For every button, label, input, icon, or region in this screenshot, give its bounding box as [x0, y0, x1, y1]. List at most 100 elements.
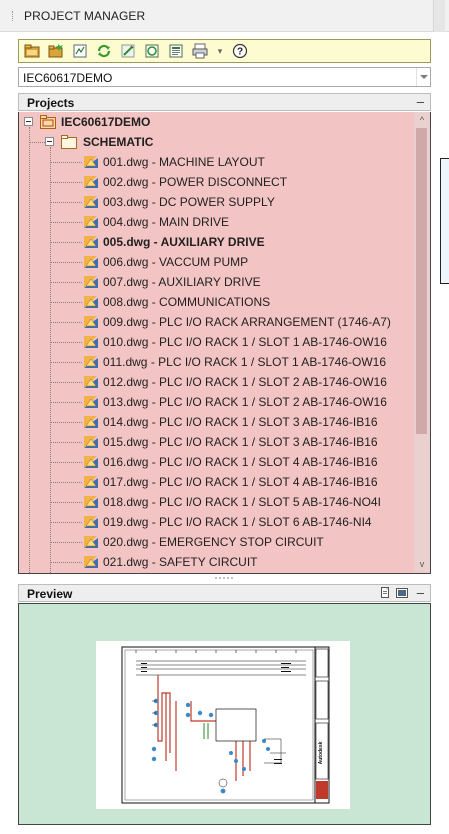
splitter-grip[interactable] — [214, 576, 234, 580]
drawing-item-label: 018.dwg - PLC I/O RACK 1 / SLOT 5 AB-174… — [103, 495, 381, 509]
drawing-item[interactable]: 002.dwg - POWER DISCONNECT — [19, 172, 414, 192]
drawing-item[interactable]: 017.dwg - PLC I/O RACK 1 / SLOT 4 AB-174… — [19, 472, 414, 492]
dwg-file-icon — [83, 175, 99, 189]
drawing-item[interactable]: 008.dwg - COMMUNICATIONS — [19, 292, 414, 312]
dwg-file-icon — [83, 475, 99, 489]
drawing-item-label: 006.dwg - VACCUM PUMP — [103, 255, 249, 269]
drawing-item-label: 017.dwg - PLC I/O RACK 1 / SLOT 4 AB-174… — [103, 475, 378, 489]
drawing-item[interactable]: 003.dwg - DC POWER SUPPLY — [19, 192, 414, 212]
drawing-item-label: 011.dwg - PLC I/O RACK 1 / SLOT 1 AB-174… — [103, 355, 387, 369]
dwg-file-icon — [83, 515, 99, 529]
drawing-item-label: 019.dwg - PLC I/O RACK 1 / SLOT 6 AB-174… — [103, 515, 372, 529]
thumbnail-view-icon[interactable] — [396, 587, 408, 599]
drawing-item[interactable]: 014.dwg - PLC I/O RACK 1 / SLOT 3 AB-174… — [19, 412, 414, 432]
scroll-up-icon[interactable]: ^ — [417, 115, 427, 125]
drawing-preview-thumbnail: Autodesk — [96, 641, 350, 809]
drawing-item[interactable]: 007.dwg - AUXILIARY DRIVE — [19, 272, 414, 292]
project-node[interactable]: IEC60617DEMO — [19, 112, 414, 132]
dwg-file-icon — [83, 255, 99, 269]
plot-publish-icon[interactable] — [191, 42, 209, 60]
drawing-item[interactable]: 018.dwg - PLC I/O RACK 1 / SLOT 5 AB-174… — [19, 492, 414, 512]
dwg-file-icon — [83, 315, 99, 329]
palette-title-bar[interactable]: PROJECT MANAGER — [0, 0, 449, 32]
drawing-item-label: 016.dwg - PLC I/O RACK 1 / SLOT 4 AB-174… — [103, 455, 378, 469]
drawing-item-label: 002.dwg - POWER DISCONNECT — [103, 175, 288, 189]
project-manager-palette: PROJECT MANAGER ▾ ? IEC60617DEMO Project… — [0, 0, 449, 834]
drawing-item[interactable]: 001.dwg - MACHINE LAYOUT — [19, 152, 414, 172]
drawing-item[interactable]: 020.dwg - EMERGENCY STOP CIRCUIT — [19, 532, 414, 552]
svg-text:?: ? — [237, 47, 243, 58]
project-toolbar: ▾ ? — [18, 39, 431, 63]
new-drawing-icon[interactable] — [71, 42, 89, 60]
project-select[interactable]: IEC60617DEMO — [18, 67, 431, 87]
folder-node-label: SCHEMATIC — [83, 135, 154, 149]
drawing-item[interactable]: 021.dwg - SAFETY CIRCUIT — [19, 552, 414, 572]
drawing-item[interactable]: 005.dwg - AUXILIARY DRIVE — [19, 232, 414, 252]
folder-node-schematic[interactable]: SCHEMATIC — [19, 132, 414, 152]
drawing-item-label: 020.dwg - EMERGENCY STOP CIRCUIT — [103, 535, 324, 549]
drawing-item-label: 005.dwg - AUXILIARY DRIVE — [103, 235, 265, 249]
drawing-item-label: 004.dwg - MAIN DRIVE — [103, 215, 230, 229]
drawing-item[interactable]: 013.dwg - PLC I/O RACK 1 / SLOT 2 AB-174… — [19, 392, 414, 412]
dwg-file-icon — [83, 495, 99, 509]
page-preview-icon[interactable] — [380, 587, 392, 599]
drawing-item-label: 014.dwg - PLC I/O RACK 1 / SLOT 3 AB-174… — [103, 415, 378, 429]
dwg-file-icon — [83, 155, 99, 169]
open-project-icon[interactable] — [23, 42, 41, 60]
dwg-file-icon — [83, 215, 99, 229]
drawing-item-label: 009.dwg - PLC I/O RACK ARRANGEMENT (1746… — [103, 315, 391, 329]
scroll-down-icon[interactable]: v — [417, 559, 427, 569]
drawing-item-label: 008.dwg - COMMUNICATIONS — [103, 295, 271, 309]
project-properties-icon[interactable] — [119, 42, 137, 60]
dwg-file-icon — [83, 275, 99, 289]
drawing-item-label: 021.dwg - SAFETY CIRCUIT — [103, 555, 258, 569]
collapse-project-icon[interactable] — [24, 117, 33, 126]
svg-text:Autodesk: Autodesk — [318, 741, 324, 764]
drawing-item[interactable]: 009.dwg - PLC I/O RACK ARRANGEMENT (1746… — [19, 312, 414, 332]
preview-panel-header: Preview – — [18, 584, 431, 602]
chevron-down-icon[interactable] — [416, 68, 430, 86]
projects-collapse-button[interactable]: – — [417, 94, 424, 109]
drawing-item[interactable]: 015.dwg - PLC I/O RACK 1 / SLOT 3 AB-174… — [19, 432, 414, 452]
drawing-item[interactable]: 006.dwg - VACCUM PUMP — [19, 252, 414, 272]
drawing-item[interactable]: 011.dwg - PLC I/O RACK 1 / SLOT 1 AB-174… — [19, 352, 414, 372]
drawing-item[interactable]: 012.dwg - PLC I/O RACK 1 / SLOT 2 AB-174… — [19, 372, 414, 392]
palette-title: PROJECT MANAGER — [24, 9, 146, 23]
plot-dropdown-arrow-icon[interactable]: ▾ — [215, 42, 225, 60]
drawing-item-label: 003.dwg - DC POWER SUPPLY — [103, 195, 275, 209]
tree-scrollbar[interactable]: ^ v — [414, 112, 430, 572]
dwg-file-icon — [83, 535, 99, 549]
drawing-item-label: 010.dwg - PLC I/O RACK 1 / SLOT 1 AB-174… — [103, 335, 387, 349]
dwg-file-icon — [83, 195, 99, 209]
dwg-file-icon — [83, 455, 99, 469]
refresh-icon[interactable] — [95, 42, 113, 60]
drawing-item-label: 001.dwg - MACHINE LAYOUT — [103, 155, 265, 169]
project-tree: IEC60617DEMO SCHEMATIC 001.dwg - MACHINE… — [18, 112, 431, 574]
preview-collapse-button[interactable]: – — [417, 585, 424, 600]
drawing-item[interactable]: 019.dwg - PLC I/O RACK 1 / SLOT 6 AB-174… — [19, 512, 414, 532]
projects-panel-title: Projects — [27, 96, 75, 110]
tree-scroll-thumb[interactable] — [416, 128, 427, 434]
drawing-item[interactable]: 016.dwg - PLC I/O RACK 1 / SLOT 4 AB-174… — [19, 452, 414, 472]
drawing-item[interactable]: 010.dwg - PLC I/O RACK 1 / SLOT 1 AB-174… — [19, 332, 414, 352]
dwg-file-icon — [83, 555, 99, 569]
palette-edge — [433, 0, 445, 32]
preview-area: Autodesk — [18, 603, 431, 825]
drawing-list-report-icon[interactable] — [143, 42, 161, 60]
dwg-file-icon — [83, 395, 99, 409]
help-icon[interactable]: ? — [231, 42, 249, 60]
dwg-file-icon — [83, 355, 99, 369]
dwg-file-icon — [83, 335, 99, 349]
project-node-label: IEC60617DEMO — [61, 115, 151, 129]
new-project-icon[interactable] — [47, 42, 65, 60]
drawing-item-label: 007.dwg - AUXILIARY DRIVE — [103, 275, 261, 289]
title-block-update-icon[interactable] — [167, 42, 185, 60]
schematic-thumbnail-image: Autodesk — [121, 646, 330, 804]
collapse-folder-icon[interactable] — [45, 137, 54, 146]
palette-grip[interactable] — [12, 11, 14, 21]
dwg-file-icon — [83, 295, 99, 309]
drawing-item[interactable]: 004.dwg - MAIN DRIVE — [19, 212, 414, 232]
folder-icon — [61, 135, 77, 149]
drawing-item-label: 013.dwg - PLC I/O RACK 1 / SLOT 2 AB-174… — [103, 395, 387, 409]
dwg-file-icon — [83, 435, 99, 449]
